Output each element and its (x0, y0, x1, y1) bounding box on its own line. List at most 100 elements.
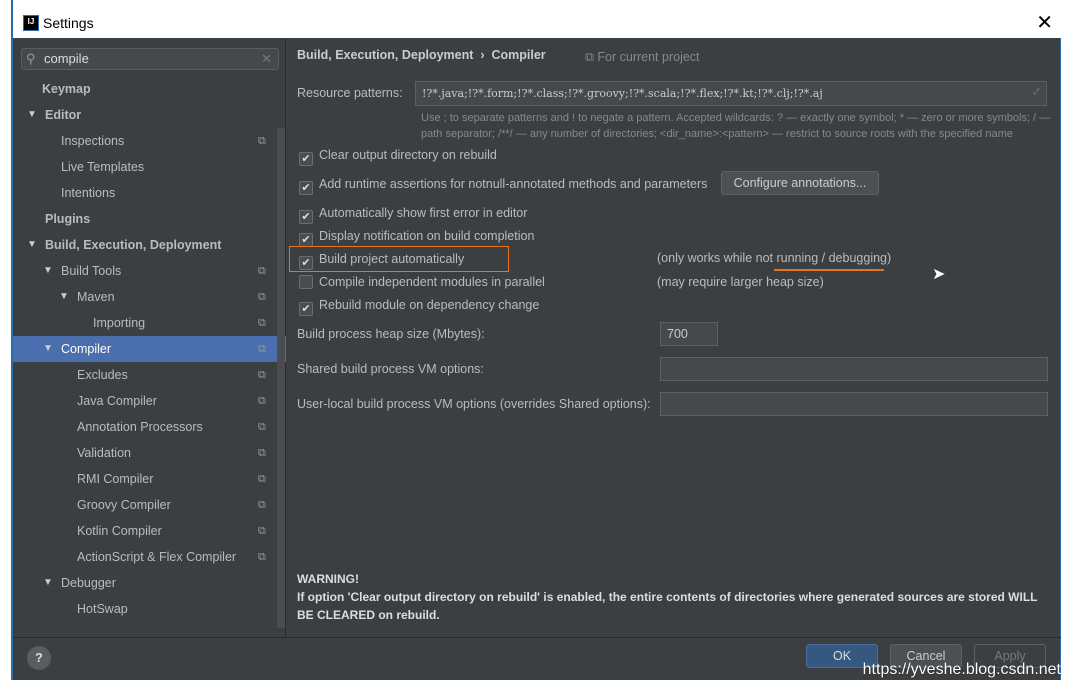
checkbox[interactable]: ✔ Add runtime assertions for notnull-anno… (299, 175, 708, 195)
expand-arrow-icon[interactable]: ▼ (27, 102, 37, 128)
tree-item-label: Inspections (61, 134, 125, 148)
highlight-underline (774, 269, 884, 271)
copy-icon: ⧉ (258, 265, 266, 277)
tree-item[interactable]: Kotlin Compiler ⧉ (13, 518, 286, 544)
shared-vm-label: Shared build process VM options: (297, 362, 484, 376)
tree-item[interactable]: Groovy Compiler ⧉ (13, 492, 286, 518)
tree-item-label: Validation (77, 446, 131, 460)
copy-icon: ⧉ (258, 447, 266, 459)
tree-item-label: Keymap (42, 82, 91, 96)
copy-icon: ⧉ (258, 473, 266, 485)
tree-item-label: Debugger (61, 576, 116, 590)
window-title: Settings (43, 15, 94, 31)
checkbox[interactable]: ✔ Automatically show first error in edito… (299, 204, 527, 224)
settings-tree: Keymap ▼ Editor Inspections ⧉ Live Templates I… (13, 76, 286, 622)
checkbox[interactable]: ✔ Clear output directory on rebuild (299, 146, 497, 166)
tree-item[interactable]: Annotation Processors ⧉ (13, 414, 286, 440)
copy-icon: ⧉ (258, 369, 266, 381)
heap-size-input[interactable]: 700 (660, 322, 718, 346)
expand-arrow-icon[interactable]: ▼ (59, 284, 69, 310)
tree-item[interactable]: HotSwap (13, 596, 286, 622)
tree-item[interactable]: ▼ Build Tools ⧉ (13, 258, 286, 284)
expand-arrow-icon[interactable]: ▼ (27, 232, 37, 258)
copy-icon: ⧉ (258, 525, 266, 537)
configure-annotations-button[interactable]: Configure annotations... (721, 171, 879, 195)
tree-item[interactable]: Java Compiler ⧉ (13, 388, 286, 414)
mouse-cursor-icon: ➤ (932, 266, 946, 283)
expand-arrow-icon[interactable]: ▼ (43, 336, 53, 362)
tree-item-label: Editor (45, 108, 82, 122)
highlight-box (289, 246, 509, 272)
tree-item-label: ActionScript & Flex Compiler (77, 550, 237, 564)
warning-title: WARNING! (297, 572, 359, 586)
tree-item[interactable]: ActionScript & Flex Compiler ⧉ (13, 544, 286, 570)
checkbox-checked-icon[interactable]: ✔ (299, 302, 313, 316)
for-current-project-label: For current project (597, 50, 700, 64)
copy-icon: ⧉ (258, 421, 266, 433)
tree-item[interactable]: Plugins (13, 206, 286, 232)
for-current-project: ⧉ For current project (585, 50, 700, 65)
sidebar-scrollbar[interactable] (277, 128, 285, 628)
sidebar: ⚲ compile ✕ Keymap ▼ Editor Inspections ⧉ Liv… (13, 38, 286, 637)
tree-item[interactable]: Live Templates (13, 154, 286, 180)
copy-icon: ⧉ (258, 499, 266, 511)
tree-item[interactable]: ▼ Debugger (13, 570, 286, 596)
compiler-panel: Build, Execution, Deployment › Compiler … (287, 38, 1061, 637)
search-input[interactable]: ⚲ compile ✕ (21, 48, 279, 70)
heap-size-label: Build process heap size (Mbytes): (297, 327, 485, 341)
checkbox-label: Compile independent modules in parallel (319, 275, 545, 289)
checkbox[interactable]: ✔ Rebuild module on dependency change (299, 296, 539, 316)
breadcrumb: Build, Execution, Deployment › Compiler (297, 48, 546, 62)
user-vm-input[interactable] (660, 392, 1048, 416)
close-icon[interactable]: ✕ (1036, 10, 1053, 35)
tree-item[interactable]: ▼ Maven ⧉ (13, 284, 286, 310)
resource-hint: Use ; to separate patterns and ! to nega… (421, 112, 1051, 140)
copy-icon: ⧉ (258, 291, 266, 303)
checkbox-label: Add runtime assertions for notnull-annot… (319, 177, 708, 191)
search-icon: ⚲ (26, 51, 36, 66)
tree-item-label: Live Templates (61, 160, 145, 174)
tree-item-label: Groovy Compiler (77, 498, 171, 512)
tree-item-label: Plugins (45, 212, 91, 226)
copy-icon: ⧉ (258, 395, 266, 407)
tree-item[interactable]: Importing ⧉ (13, 310, 286, 336)
checkbox-checked-icon[interactable]: ✔ (299, 233, 313, 247)
intellij-logo: IJ (23, 15, 39, 31)
tree-item-label: Kotlin Compiler (77, 524, 162, 538)
tree-item[interactable]: ▼ Build, Execution, Deployment (13, 232, 286, 258)
tree-item-label: Build Tools (61, 264, 122, 278)
checkbox-label: Clear output directory on rebuild (319, 148, 497, 162)
checkbox[interactable]: ✔ Display notification on build completio… (299, 227, 534, 247)
expand-icon[interactable]: ⤢ (1032, 85, 1041, 98)
resource-patterns-value: !?*.java;!?*.form;!?*.class;!?*.groovy;!… (422, 87, 823, 100)
tree-item[interactable]: ▼ Compiler ⧉ (13, 336, 286, 362)
parallel-note: (may require larger heap size) (657, 275, 824, 289)
help-button[interactable]: ? (27, 646, 51, 670)
checkbox[interactable]: Compile independent modules in parallel (299, 273, 545, 291)
tree-item[interactable]: Validation ⧉ (13, 440, 286, 466)
checkbox-checked-icon[interactable]: ✔ (299, 152, 313, 166)
copy-icon: ⧉ (258, 343, 266, 355)
tree-item[interactable]: Excludes ⧉ (13, 362, 286, 388)
clear-search-icon[interactable]: ✕ (261, 49, 272, 69)
tree-item-label: HotSwap (77, 602, 128, 616)
checkbox-checked-icon[interactable]: ✔ (299, 210, 313, 224)
tree-item-label: Maven (77, 290, 115, 304)
tree-item[interactable]: RMI Compiler ⧉ (13, 466, 286, 492)
search-value: compile (44, 51, 89, 66)
settings-dialog: ⚲ compile ✕ Keymap ▼ Editor Inspections ⧉ Liv… (11, 38, 1061, 680)
expand-arrow-icon[interactable]: ▼ (43, 258, 53, 284)
watermark: https://yveshe.blog.csdn.net (862, 661, 1061, 678)
tree-item-label: Intentions (61, 186, 116, 200)
resource-patterns-input[interactable]: !?*.java;!?*.form;!?*.class;!?*.groovy;!… (415, 81, 1047, 106)
build-note: (only works while not running / debuggin… (657, 251, 892, 265)
tree-item-label: Java Compiler (77, 394, 157, 408)
tree-item[interactable]: Intentions (13, 180, 286, 206)
tree-item[interactable]: Inspections ⧉ (13, 128, 286, 154)
checkbox-unchecked-icon[interactable] (299, 275, 313, 289)
tree-item[interactable]: Keymap (13, 76, 286, 102)
expand-arrow-icon[interactable]: ▼ (43, 570, 53, 596)
checkbox-checked-icon[interactable]: ✔ (299, 181, 313, 195)
shared-vm-input[interactable] (660, 357, 1048, 381)
tree-item[interactable]: ▼ Editor (13, 102, 286, 128)
